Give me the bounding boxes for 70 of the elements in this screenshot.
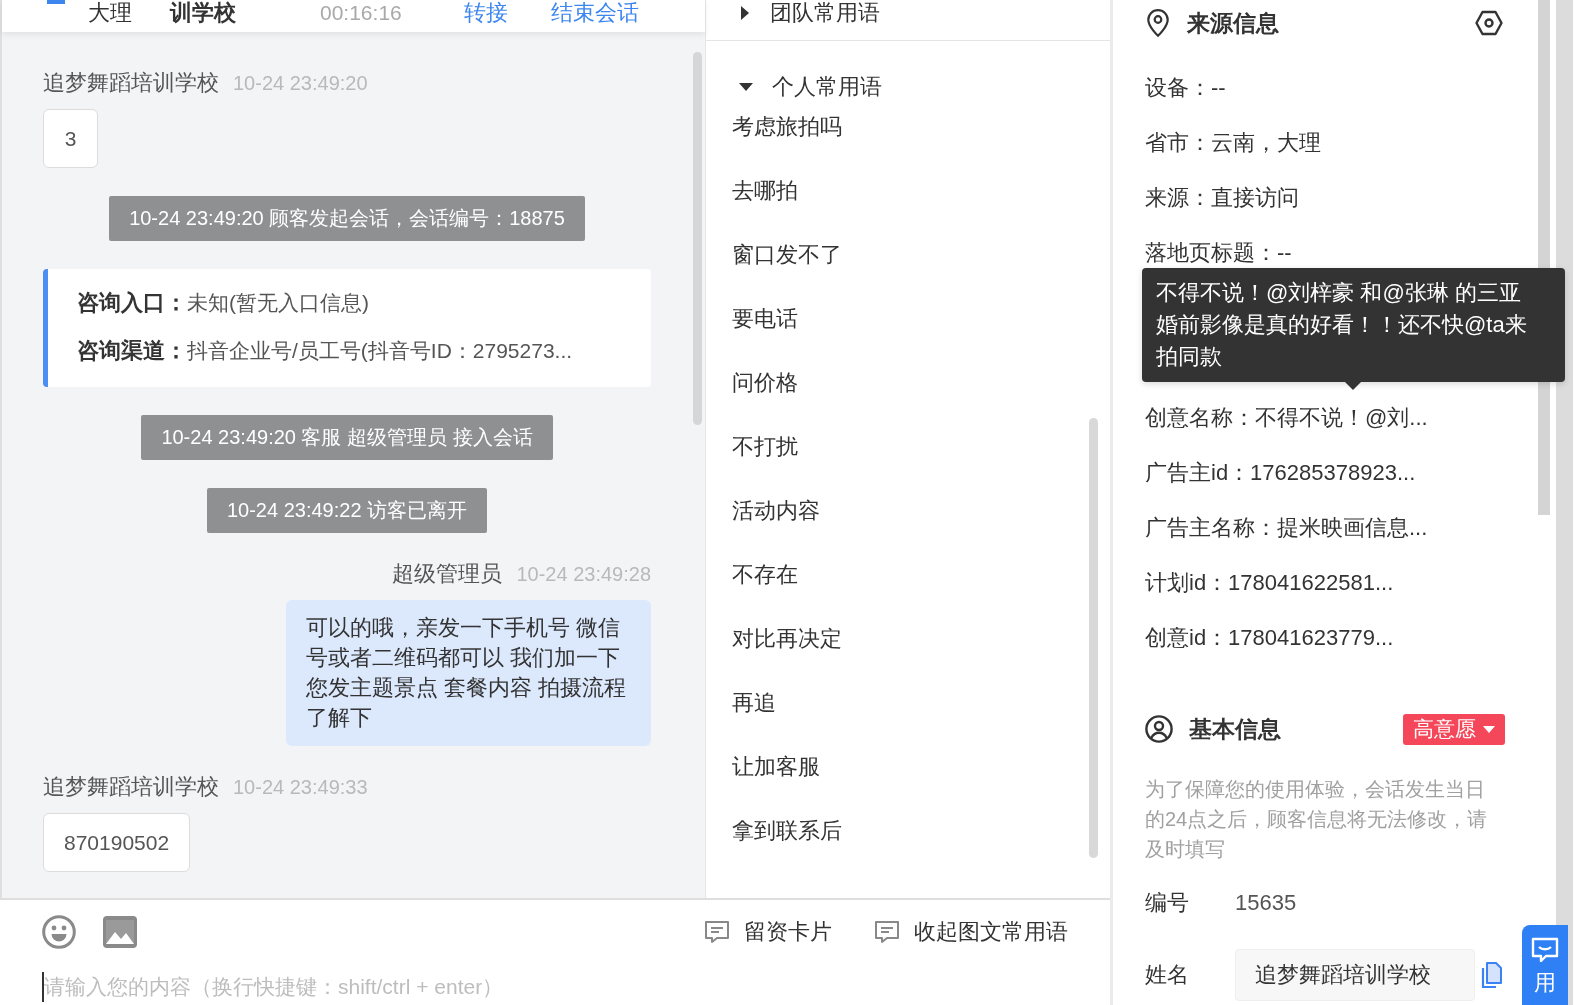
header-action-link[interactable]: 转接	[463, 0, 508, 26]
phrase-item[interactable]: 再追	[706, 683, 1089, 747]
phrase-item[interactable]: 让加客服	[706, 747, 1089, 811]
field-value: 15635	[1235, 890, 1297, 916]
scrollbar-thumb[interactable]	[693, 52, 702, 425]
visitor-city: 大理	[88, 0, 132, 26]
phrase-item[interactable]: 要电话	[706, 299, 1089, 363]
location-pin-icon	[1145, 8, 1171, 38]
toolbar-button[interactable]: 收起图文常用语	[874, 917, 1068, 947]
field-label: 编号	[1145, 889, 1190, 917]
caret-down-icon	[1483, 725, 1495, 733]
source-field: 创意id：178041623779...	[1145, 610, 1505, 665]
phrase-group-header[interactable]: 团队常用语	[706, 0, 1110, 26]
phrase-item[interactable]: 去哪拍	[706, 171, 1089, 235]
visitor-name: 训学校	[170, 0, 236, 26]
phrase-item[interactable]: 对比再决定	[706, 619, 1089, 683]
user-icon	[1145, 715, 1173, 743]
phrase-item[interactable]: 不存在	[706, 555, 1089, 619]
message-time: 10-24 23:49:28	[516, 562, 651, 587]
help-chat-button[interactable]: 用	[1522, 925, 1568, 1005]
session-timer: 00:16:16	[320, 0, 402, 26]
section-title: 基本信息	[1189, 714, 1281, 744]
field-value: 未知(暂无入口信息)	[187, 291, 369, 314]
message-time: 10-24 23:49:20	[233, 71, 368, 96]
source-field: 创意名称：不得不说！@刘...	[1145, 390, 1505, 445]
system-notice: 10-24 23:49:20 顾客发起会话，会话编号：18875	[109, 196, 585, 241]
source-field: 省市：云南，大理	[1145, 115, 1505, 170]
source-field: 设备：--	[1145, 60, 1505, 115]
sender-name: 追梦舞蹈培训学校	[43, 774, 219, 800]
message-bubble: 3	[43, 109, 98, 168]
notice-text: 为了保障您的使用体验，会话发生当日的24点之后，顾客信息将无法修改，请及时填写	[1145, 777, 1489, 862]
source-field: 来源：直接访问	[1145, 170, 1505, 225]
phrase-item[interactable]: 拿到联系后	[706, 811, 1089, 875]
caret-down-icon[interactable]	[739, 83, 753, 91]
scrollbar-thumb[interactable]	[1089, 418, 1098, 858]
caret-right-icon[interactable]	[741, 6, 749, 20]
source-field: 广告主名称：提米映画信息...	[1145, 500, 1505, 555]
source-field: 广告主id：176285378923...	[1145, 445, 1505, 500]
field-label: 咨询入口：	[77, 290, 187, 315]
source-field: 计划id：178041622581...	[1145, 555, 1505, 610]
message-bubble: 870190502	[43, 813, 191, 872]
phrase-item[interactable]: 活动内容	[706, 491, 1089, 555]
sender-name: 追梦舞蹈培训学校	[43, 70, 219, 96]
smiley-icon[interactable]	[42, 915, 76, 949]
intent-dropdown[interactable]: 高意愿	[1403, 713, 1505, 745]
field-label: 咨询渠道：	[77, 338, 187, 363]
section-title: 来源信息	[1187, 8, 1279, 38]
message-bubble: 可以的哦，亲发一下手机号 微信号或者二维码都可以 我们加一下您发主题景点 套餐内容 拍摄流程了解下	[286, 600, 651, 746]
message-time: 10-24 23:49:33	[233, 775, 368, 800]
message-icon	[1531, 937, 1559, 963]
phrase-group-header[interactable]: 个人常用语	[706, 67, 1089, 107]
settings-icon[interactable]	[1475, 10, 1503, 36]
image-icon[interactable]	[103, 916, 137, 948]
system-notice: 10-24 23:49:20 客服 超级管理员 接入会话	[141, 415, 553, 460]
system-notice: 10-24 23:49:22 访客已离开	[206, 488, 488, 533]
copy-icon[interactable]	[1480, 962, 1502, 988]
message-input[interactable]: 请输入您的内容（换行快捷键：shift/ctrl + enter）	[42, 972, 942, 1002]
sender-name: 超级管理员	[392, 561, 503, 587]
phrase-item[interactable]: 问价格	[706, 363, 1089, 427]
phrase-item[interactable]: 不打扰	[706, 427, 1089, 491]
field-value: 抖音企业号/员工号(抖音号ID：2795273...	[187, 339, 573, 362]
tooltip: 不得不说！@刘梓豪 和@张琳 的三亚婚前影像是真的好看！！还不快@ta来拍同款	[1142, 268, 1565, 390]
toolbar-button[interactable]: 留资卡片	[704, 917, 832, 947]
field-label: 姓名	[1145, 961, 1190, 989]
header-action-link[interactable]: 结束会话	[550, 0, 639, 26]
name-field[interactable]: 追梦舞蹈培训学校	[1235, 949, 1475, 1001]
message-icon	[874, 920, 900, 944]
message-icon	[704, 920, 730, 944]
phrase-item[interactable]: 考虑旅拍吗	[706, 107, 1089, 171]
phrase-item[interactable]: 窗口发不了	[706, 235, 1089, 299]
